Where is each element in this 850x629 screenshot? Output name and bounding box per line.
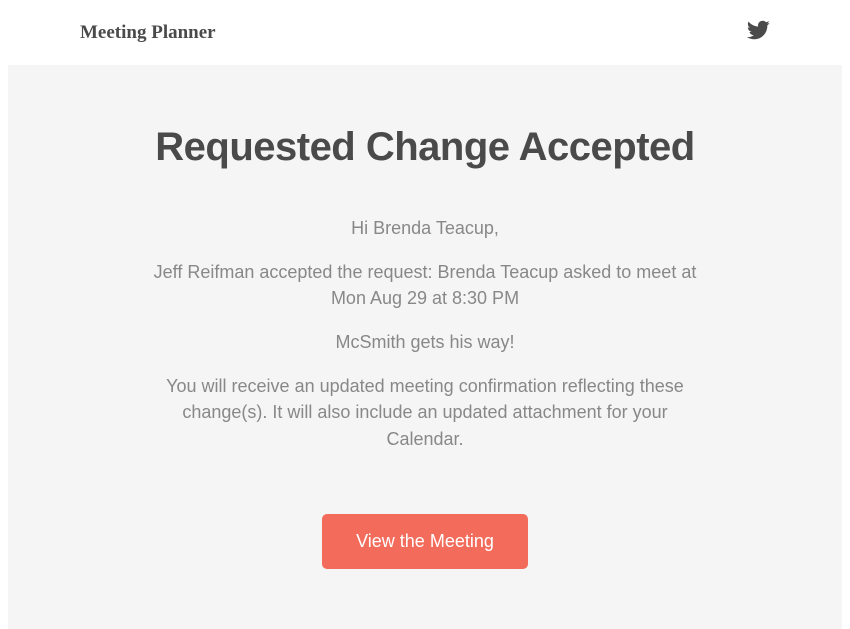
view-meeting-button[interactable]: View the Meeting (322, 514, 528, 569)
twitter-icon[interactable] (746, 18, 770, 47)
greeting-text: Hi Brenda Teacup, (143, 215, 707, 241)
logo: Meeting Planner (80, 22, 216, 44)
page-title: Requested Change Accepted (143, 125, 707, 170)
note-text: McSmith gets his way! (143, 329, 707, 355)
email-header: Meeting Planner (0, 0, 850, 65)
email-body: Requested Change Accepted Hi Brenda Teac… (8, 65, 842, 629)
button-wrapper: View the Meeting (143, 514, 707, 569)
footer-text: You will receive an updated meeting conf… (143, 373, 707, 451)
message-text: Jeff Reifman accepted the request: Brend… (143, 259, 707, 311)
